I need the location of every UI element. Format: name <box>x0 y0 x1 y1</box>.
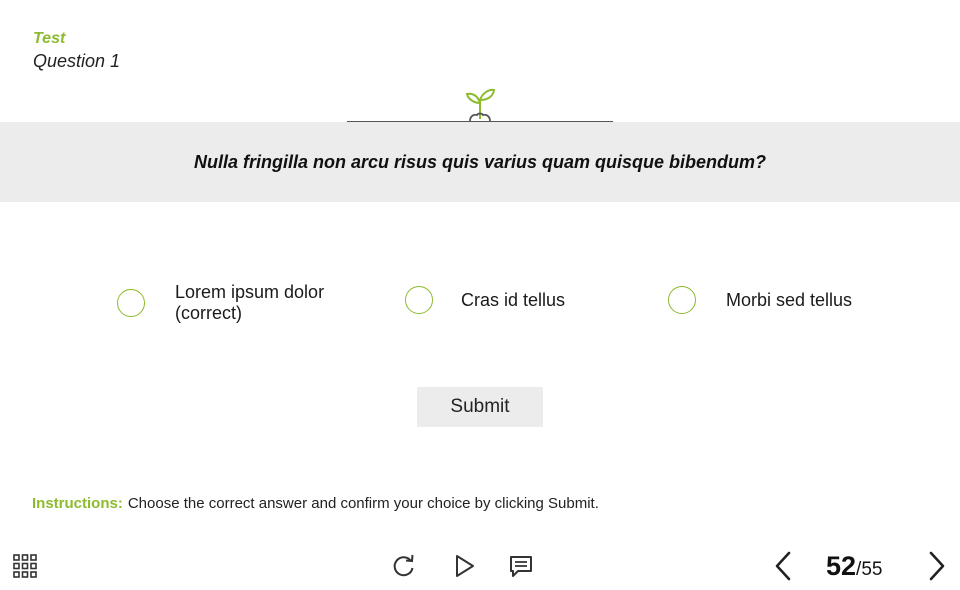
question-text: Nulla fringilla non arcu risus quis vari… <box>193 151 767 172</box>
question-band: Nulla fringilla non arcu risus quis vari… <box>0 122 960 202</box>
radio-button[interactable] <box>668 286 696 314</box>
play-button[interactable] <box>452 553 478 579</box>
chevron-left-icon <box>775 551 791 581</box>
option-3[interactable]: Morbi sed tellus <box>668 286 852 314</box>
question-number: Question 1 <box>33 51 121 71</box>
notes-button[interactable] <box>508 553 534 579</box>
play-icon <box>456 555 474 577</box>
option-2[interactable]: Cras id tellus <box>405 286 565 314</box>
option-label: Cras id tellus <box>461 289 566 310</box>
next-button[interactable] <box>924 550 950 582</box>
replay-icon <box>393 554 414 577</box>
option-label: Lorem ipsum dolor (correct) <box>175 282 325 323</box>
instructions-label: Instructions: <box>32 495 123 512</box>
chevron-right-icon <box>929 551 945 581</box>
instructions: Instructions: Choose the correct answer a… <box>32 495 599 512</box>
section-title: Test <box>33 30 66 47</box>
option-label: Morbi sed tellus <box>726 289 853 310</box>
page-counter: 52/55 <box>826 551 882 582</box>
sprout-icon <box>465 88 496 122</box>
previous-button[interactable] <box>770 550 796 582</box>
notes-icon <box>510 556 532 577</box>
replay-button[interactable] <box>391 553 417 579</box>
radio-button[interactable] <box>117 289 145 317</box>
option-1[interactable]: Lorem ipsum dolor (correct) <box>117 282 350 324</box>
instructions-text: Choose the correct answer and confirm yo… <box>127 495 599 512</box>
menu-button[interactable] <box>12 553 38 579</box>
menu-grid-icon <box>13 554 37 578</box>
radio-button[interactable] <box>405 286 433 314</box>
submit-button[interactable]: Submit <box>417 387 543 427</box>
total-slides: /55 <box>856 559 883 580</box>
current-slide: 52 <box>826 551 857 581</box>
